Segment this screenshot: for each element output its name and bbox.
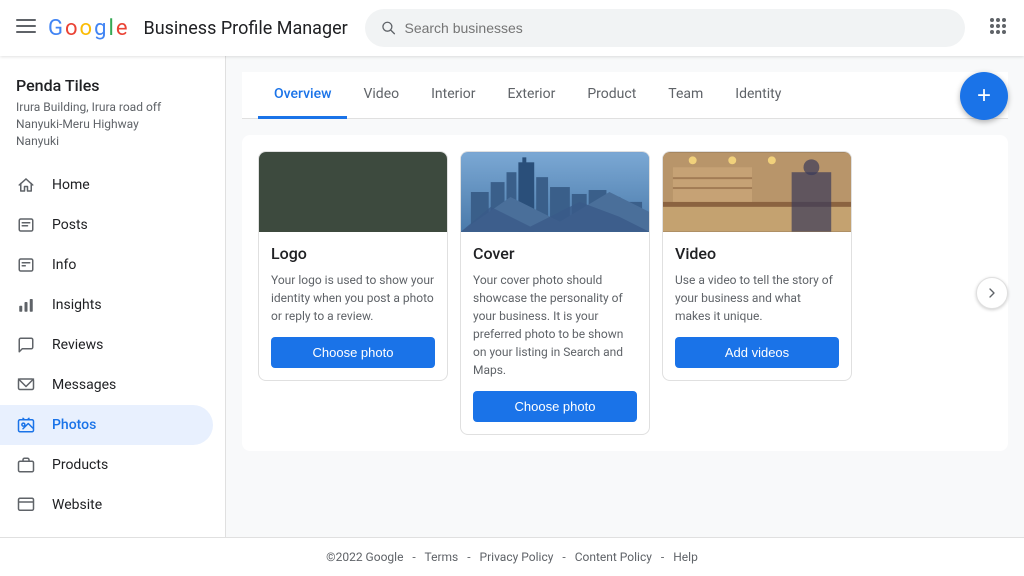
cover-choose-photo-button[interactable]: Choose photo	[473, 391, 637, 422]
next-chevron-button[interactable]	[976, 277, 1008, 309]
sidebar-item-photos[interactable]: Photos	[0, 405, 213, 445]
sidebar-item-website[interactable]: Website	[0, 485, 213, 525]
business-info: Penda Tiles Irura Building, Irura road o…	[0, 56, 225, 165]
menu-icon[interactable]	[16, 16, 36, 41]
photo-tabs: Overview Video Interior Exterior Product…	[242, 72, 1008, 119]
sidebar-item-website-label: Website	[52, 497, 102, 513]
logo-card-body: Logo Your logo is used to show your iden…	[259, 232, 447, 380]
sidebar-item-info[interactable]: Info	[0, 245, 213, 285]
sidebar-item-insights[interactable]: Insights	[0, 285, 213, 325]
posts-icon	[16, 215, 36, 235]
add-videos-button[interactable]: Add videos	[675, 337, 839, 368]
footer-help-link[interactable]: Help	[673, 550, 698, 564]
cover-card-image	[461, 152, 649, 232]
sidebar-item-products-label: Products	[52, 457, 108, 473]
footer: ©2022 Google - Terms - Privacy Policy - …	[0, 537, 1024, 576]
cards-row: Glück und Selig CAFE Logo Your logo is u…	[258, 151, 992, 435]
sidebar-item-insights-label: Insights	[52, 297, 102, 313]
footer-terms-link[interactable]: Terms	[425, 550, 459, 564]
sidebar-item-posts[interactable]: Posts	[0, 205, 213, 245]
main-layout: Penda Tiles Irura Building, Irura road o…	[0, 56, 1024, 537]
business-name: Penda Tiles	[16, 76, 209, 95]
reviews-icon	[16, 335, 36, 355]
photos-icon	[16, 415, 36, 435]
sidebar-item-products[interactable]: Products	[0, 445, 213, 485]
sidebar-item-reviews[interactable]: Reviews	[0, 325, 213, 365]
sidebar-item-home[interactable]: Home	[0, 165, 213, 205]
search-bar	[365, 9, 965, 47]
search-input[interactable]	[404, 20, 949, 36]
footer-content-policy-link[interactable]: Content Policy	[575, 550, 652, 564]
logo-card-title: Logo	[271, 244, 435, 263]
cover-card-desc: Your cover photo should showcase the per…	[473, 271, 637, 379]
logo-card-image: Glück und Selig CAFE	[259, 152, 447, 232]
sidebar-item-users[interactable]: Users	[0, 525, 213, 537]
sidebar-item-reviews-label: Reviews	[52, 337, 103, 353]
sidebar-item-info-label: Info	[52, 257, 76, 273]
video-card-image	[663, 152, 851, 232]
header: Google Business Profile Manager	[0, 0, 1024, 56]
tab-overview[interactable]: Overview	[258, 72, 347, 119]
cover-card-title: Cover	[473, 244, 637, 263]
sidebar-item-photos-label: Photos	[52, 417, 96, 433]
video-card-desc: Use a video to tell the story of your bu…	[675, 271, 839, 325]
sidebar: Penda Tiles Irura Building, Irura road o…	[0, 56, 226, 537]
footer-copyright: ©2022 Google	[326, 550, 403, 564]
tab-identity[interactable]: Identity	[719, 72, 797, 119]
tab-team[interactable]: Team	[652, 72, 719, 119]
tab-interior[interactable]: Interior	[415, 72, 491, 119]
logo-choose-photo-button[interactable]: Choose photo	[271, 337, 435, 368]
sidebar-item-posts-label: Posts	[52, 217, 88, 233]
tab-product[interactable]: Product	[571, 72, 652, 119]
logo-card-desc: Your logo is used to show your identity …	[271, 271, 435, 325]
business-address: Irura Building, Irura road off Nanyuki-M…	[16, 99, 209, 149]
tab-video[interactable]: Video	[347, 72, 415, 119]
home-icon	[16, 175, 36, 195]
products-icon	[16, 455, 36, 475]
search-icon	[381, 20, 396, 36]
video-card: Video Use a video to tell the story of y…	[662, 151, 852, 381]
sidebar-item-messages-label: Messages	[52, 377, 116, 393]
video-card-title: Video	[675, 244, 839, 263]
video-card-body: Video Use a video to tell the story of y…	[663, 232, 851, 380]
footer-privacy-link[interactable]: Privacy Policy	[480, 550, 554, 564]
cover-card-body: Cover Your cover photo should showcase t…	[461, 232, 649, 434]
tab-exterior[interactable]: Exterior	[492, 72, 572, 119]
info-icon	[16, 255, 36, 275]
sidebar-item-messages[interactable]: Messages	[0, 365, 213, 405]
cover-card: Cover Your cover photo should showcase t…	[460, 151, 650, 435]
insights-icon	[16, 295, 36, 315]
google-logo: Google	[48, 16, 127, 41]
grid-icon[interactable]	[988, 16, 1008, 41]
sidebar-item-home-label: Home	[52, 177, 90, 193]
cards-area: Glück und Selig CAFE Logo Your logo is u…	[242, 135, 1008, 451]
app-title: Business Profile Manager	[143, 18, 347, 39]
website-icon	[16, 495, 36, 515]
content-area: + Overview Video Interior Exterior Produ…	[226, 56, 1024, 537]
add-photo-fab[interactable]: +	[960, 72, 1008, 120]
logo-card: Glück und Selig CAFE Logo Your logo is u…	[258, 151, 448, 381]
messages-icon	[16, 375, 36, 395]
